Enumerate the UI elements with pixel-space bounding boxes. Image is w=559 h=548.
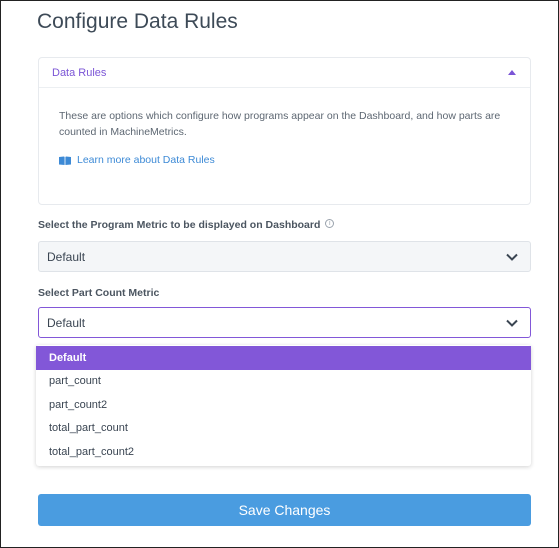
panel-header[interactable]: Data Rules <box>39 58 530 88</box>
part-count-label: Select Part Count Metric <box>38 287 160 299</box>
chevron-down-icon <box>506 253 518 261</box>
panel-title: Data Rules <box>52 66 107 79</box>
part-count-dropdown: Default part_count part_count2 total_par… <box>36 345 531 466</box>
program-metric-label: Select the Program Metric to be displaye… <box>38 219 335 231</box>
caret-up-icon[interactable] <box>508 70 516 75</box>
dropdown-option-default[interactable]: Default <box>36 346 531 370</box>
program-metric-value: Default <box>47 249 86 264</box>
data-rules-panel: Data Rules These are options which confi… <box>38 57 531 205</box>
chevron-down-icon <box>506 319 518 327</box>
dropdown-option-part-count[interactable]: part_count <box>36 370 531 394</box>
page-title: Configure Data Rules <box>37 10 238 33</box>
dropdown-option-total-part-count2[interactable]: total_part_count2 <box>36 440 531 464</box>
save-changes-button[interactable]: Save Changes <box>38 494 531 526</box>
learn-more-link[interactable]: Learn more about Data Rules <box>59 154 510 166</box>
learn-more-label: Learn more about Data Rules <box>77 154 215 166</box>
info-icon[interactable]: i <box>325 219 335 228</box>
dropdown-option-total-part-count[interactable]: total_part_count <box>36 417 531 441</box>
dropdown-option-part-count2[interactable]: part_count2 <box>36 393 531 417</box>
part-count-select[interactable]: Default <box>38 307 531 338</box>
panel-description: These are options which configure how pr… <box>59 110 501 138</box>
book-icon <box>59 156 71 165</box>
part-count-value: Default <box>47 315 86 330</box>
program-metric-select[interactable]: Default <box>38 241 531 272</box>
